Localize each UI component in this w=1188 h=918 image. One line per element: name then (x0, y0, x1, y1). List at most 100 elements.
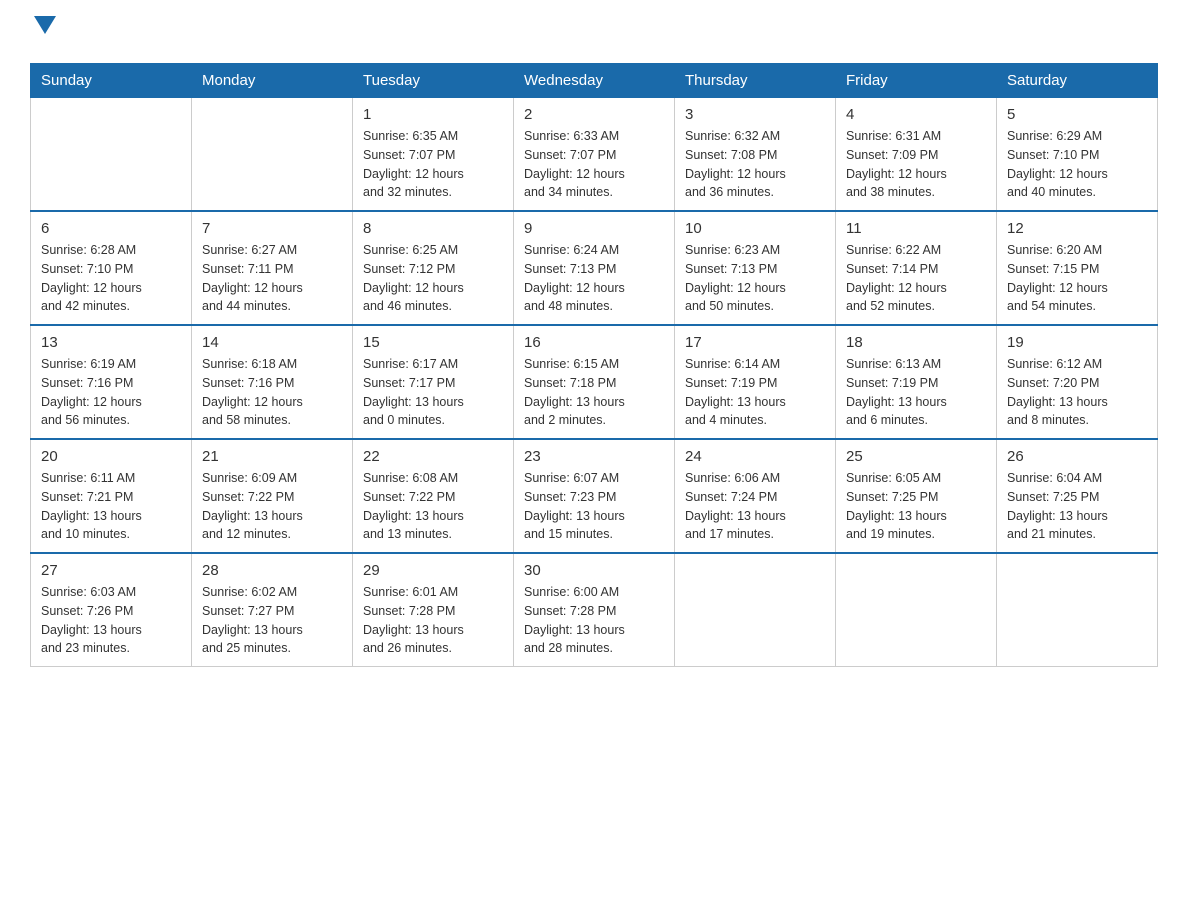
calendar-cell: 23Sunrise: 6:07 AM Sunset: 7:23 PM Dayli… (514, 439, 675, 553)
calendar-cell: 1 Sunrise: 6:35 AM Sunset: 7:07 PM Daylig… (353, 98, 514, 212)
day-info: Sunrise: 6:19 AM Sunset: 7:16 PM Dayligh… (41, 355, 181, 430)
calendar-cell (997, 553, 1158, 667)
calendar-cell: 4 Sunrise: 6:31 AM Sunset: 7:09 PM Daylig… (836, 98, 997, 212)
calendar-cell: 20 Sunrise: 6:11 AM Sunset: 7:21 PM Dayli… (31, 439, 192, 553)
calendar-cell: 17Sunrise: 6:14 AM Sunset: 7:19 PM Dayli… (675, 325, 836, 439)
day-info: Sunrise: 6:18 AM Sunset: 7:16 PM Dayligh… (202, 355, 342, 430)
day-info: Sunrise: 6:09 AM Sunset: 7:22 PM Dayligh… (202, 469, 342, 544)
day-number: 3 (685, 106, 825, 123)
calendar-cell (836, 553, 997, 667)
day-number: 7 (202, 220, 342, 237)
day-info: Sunrise: 6:27 AM Sunset: 7:11 PM Dayligh… (202, 241, 342, 316)
day-info: Sunrise: 6:31 AM Sunset: 7:09 PM Dayligh… (846, 127, 986, 202)
day-number: 2 (524, 106, 664, 123)
calendar-cell: 13 Sunrise: 6:19 AM Sunset: 7:16 PM Dayli… (31, 325, 192, 439)
day-number: 10 (685, 220, 825, 237)
day-info: Sunrise: 6:06 AM Sunset: 7:24 PM Dayligh… (685, 469, 825, 544)
calendar-week-row: 6 Sunrise: 6:28 AM Sunset: 7:10 PM Daylig… (31, 211, 1158, 325)
day-info: Sunrise: 6:00 AM Sunset: 7:28 PM Dayligh… (524, 583, 664, 658)
day-info: Sunrise: 6:03 AM Sunset: 7:26 PM Dayligh… (41, 583, 181, 658)
calendar-week-row: 27 Sunrise: 6:03 AM Sunset: 7:26 PM Dayli… (31, 553, 1158, 667)
calendar-week-row: 1 Sunrise: 6:35 AM Sunset: 7:07 PM Daylig… (31, 98, 1158, 212)
day-info: Sunrise: 6:32 AM Sunset: 7:08 PM Dayligh… (685, 127, 825, 202)
calendar-cell: 16Sunrise: 6:15 AM Sunset: 7:18 PM Dayli… (514, 325, 675, 439)
day-info: Sunrise: 6:23 AM Sunset: 7:13 PM Dayligh… (685, 241, 825, 316)
logo-triangle-icon (34, 16, 56, 34)
day-number: 18 (846, 334, 986, 351)
day-info: Sunrise: 6:35 AM Sunset: 7:07 PM Dayligh… (363, 127, 503, 202)
day-number: 22 (363, 448, 503, 465)
day-number: 20 (41, 448, 181, 465)
day-info: Sunrise: 6:11 AM Sunset: 7:21 PM Dayligh… (41, 469, 181, 544)
calendar-cell: 15Sunrise: 6:17 AM Sunset: 7:17 PM Dayli… (353, 325, 514, 439)
day-number: 24 (685, 448, 825, 465)
day-number: 15 (363, 334, 503, 351)
calendar-week-row: 13 Sunrise: 6:19 AM Sunset: 7:16 PM Dayli… (31, 325, 1158, 439)
calendar-week-row: 20 Sunrise: 6:11 AM Sunset: 7:21 PM Dayli… (31, 439, 1158, 553)
day-number: 30 (524, 562, 664, 579)
page-header (30, 20, 1158, 43)
day-info: Sunrise: 6:13 AM Sunset: 7:19 PM Dayligh… (846, 355, 986, 430)
day-number: 25 (846, 448, 986, 465)
day-info: Sunrise: 6:01 AM Sunset: 7:28 PM Dayligh… (363, 583, 503, 658)
day-number: 26 (1007, 448, 1147, 465)
calendar-cell: 26 Sunrise: 6:04 AM Sunset: 7:25 PM Dayli… (997, 439, 1158, 553)
calendar-cell: 28Sunrise: 6:02 AM Sunset: 7:27 PM Dayli… (192, 553, 353, 667)
day-info: Sunrise: 6:20 AM Sunset: 7:15 PM Dayligh… (1007, 241, 1147, 316)
day-number: 12 (1007, 220, 1147, 237)
day-of-week-header: Friday (836, 64, 997, 98)
day-info: Sunrise: 6:05 AM Sunset: 7:25 PM Dayligh… (846, 469, 986, 544)
day-number: 27 (41, 562, 181, 579)
calendar-cell: 29 Sunrise: 6:01 AM Sunset: 7:28 PM Dayli… (353, 553, 514, 667)
calendar-cell: 14 Sunrise: 6:18 AM Sunset: 7:16 PM Dayli… (192, 325, 353, 439)
day-number: 23 (524, 448, 664, 465)
day-number: 6 (41, 220, 181, 237)
calendar-cell (675, 553, 836, 667)
day-info: Sunrise: 6:28 AM Sunset: 7:10 PM Dayligh… (41, 241, 181, 316)
day-info: Sunrise: 6:22 AM Sunset: 7:14 PM Dayligh… (846, 241, 986, 316)
calendar-table: SundayMondayTuesdayWednesdayThursdayFrid… (30, 63, 1158, 667)
day-number: 1 (363, 106, 503, 123)
calendar-cell: 3 Sunrise: 6:32 AM Sunset: 7:08 PM Daylig… (675, 98, 836, 212)
calendar-cell: 22Sunrise: 6:08 AM Sunset: 7:22 PM Dayli… (353, 439, 514, 553)
day-of-week-header: Wednesday (514, 64, 675, 98)
calendar-cell: 27 Sunrise: 6:03 AM Sunset: 7:26 PM Dayli… (31, 553, 192, 667)
day-info: Sunrise: 6:29 AM Sunset: 7:10 PM Dayligh… (1007, 127, 1147, 202)
calendar-cell: 2 Sunrise: 6:33 AM Sunset: 7:07 PM Daylig… (514, 98, 675, 212)
calendar-cell: 19 Sunrise: 6:12 AM Sunset: 7:20 PM Dayli… (997, 325, 1158, 439)
day-number: 11 (846, 220, 986, 237)
calendar-cell: 21 Sunrise: 6:09 AM Sunset: 7:22 PM Dayli… (192, 439, 353, 553)
day-of-week-header: Tuesday (353, 64, 514, 98)
calendar-cell: 18 Sunrise: 6:13 AM Sunset: 7:19 PM Dayli… (836, 325, 997, 439)
day-info: Sunrise: 6:24 AM Sunset: 7:13 PM Dayligh… (524, 241, 664, 316)
calendar-header-row: SundayMondayTuesdayWednesdayThursdayFrid… (31, 64, 1158, 98)
calendar-cell: 11 Sunrise: 6:22 AM Sunset: 7:14 PM Dayli… (836, 211, 997, 325)
day-info: Sunrise: 6:04 AM Sunset: 7:25 PM Dayligh… (1007, 469, 1147, 544)
day-of-week-header: Thursday (675, 64, 836, 98)
day-of-week-header: Sunday (31, 64, 192, 98)
logo (30, 20, 56, 43)
day-info: Sunrise: 6:25 AM Sunset: 7:12 PM Dayligh… (363, 241, 503, 316)
day-number: 13 (41, 334, 181, 351)
day-number: 14 (202, 334, 342, 351)
day-info: Sunrise: 6:15 AM Sunset: 7:18 PM Dayligh… (524, 355, 664, 430)
day-number: 21 (202, 448, 342, 465)
day-number: 19 (1007, 334, 1147, 351)
day-number: 4 (846, 106, 986, 123)
calendar-cell: 24 Sunrise: 6:06 AM Sunset: 7:24 PM Dayli… (675, 439, 836, 553)
day-of-week-header: Monday (192, 64, 353, 98)
day-info: Sunrise: 6:12 AM Sunset: 7:20 PM Dayligh… (1007, 355, 1147, 430)
day-number: 29 (363, 562, 503, 579)
calendar-cell: 12 Sunrise: 6:20 AM Sunset: 7:15 PM Dayli… (997, 211, 1158, 325)
day-number: 28 (202, 562, 342, 579)
day-info: Sunrise: 6:14 AM Sunset: 7:19 PM Dayligh… (685, 355, 825, 430)
calendar-cell: 6 Sunrise: 6:28 AM Sunset: 7:10 PM Daylig… (31, 211, 192, 325)
day-number: 5 (1007, 106, 1147, 123)
calendar-cell: 9 Sunrise: 6:24 AM Sunset: 7:13 PM Daylig… (514, 211, 675, 325)
day-number: 9 (524, 220, 664, 237)
calendar-cell: 5 Sunrise: 6:29 AM Sunset: 7:10 PM Daylig… (997, 98, 1158, 212)
calendar-cell: 7 Sunrise: 6:27 AM Sunset: 7:11 PM Daylig… (192, 211, 353, 325)
day-info: Sunrise: 6:33 AM Sunset: 7:07 PM Dayligh… (524, 127, 664, 202)
calendar-cell: 10 Sunrise: 6:23 AM Sunset: 7:13 PM Dayli… (675, 211, 836, 325)
day-number: 8 (363, 220, 503, 237)
